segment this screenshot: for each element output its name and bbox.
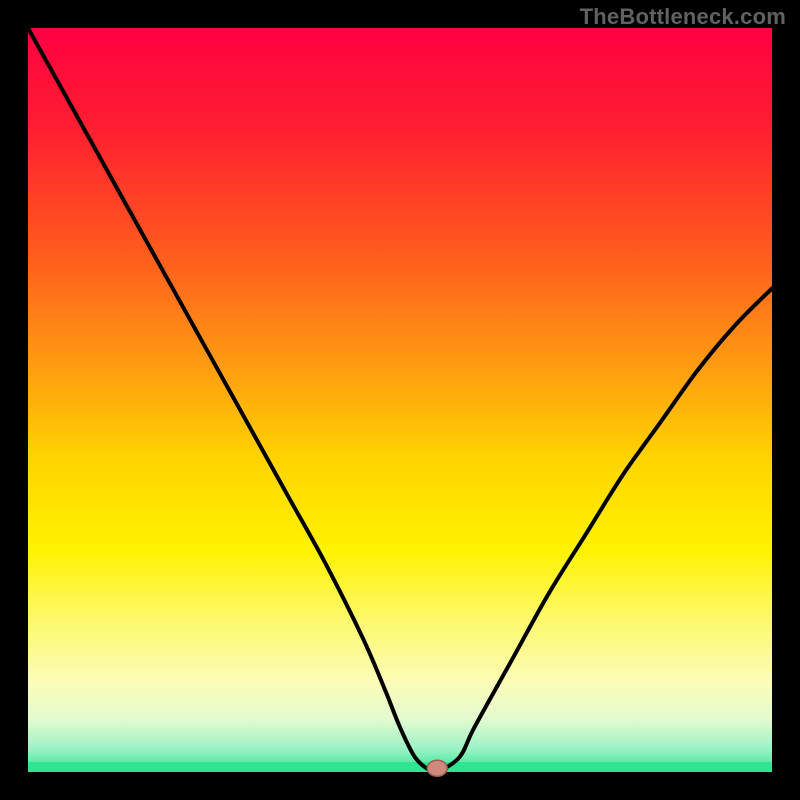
bottleneck-chart: [0, 0, 800, 800]
bottom-green-band: [28, 762, 772, 772]
watermark-text: TheBottleneck.com: [580, 4, 786, 30]
optimal-point-marker: [427, 760, 447, 776]
gradient-background: [28, 28, 772, 772]
chart-container: TheBottleneck.com: [0, 0, 800, 800]
